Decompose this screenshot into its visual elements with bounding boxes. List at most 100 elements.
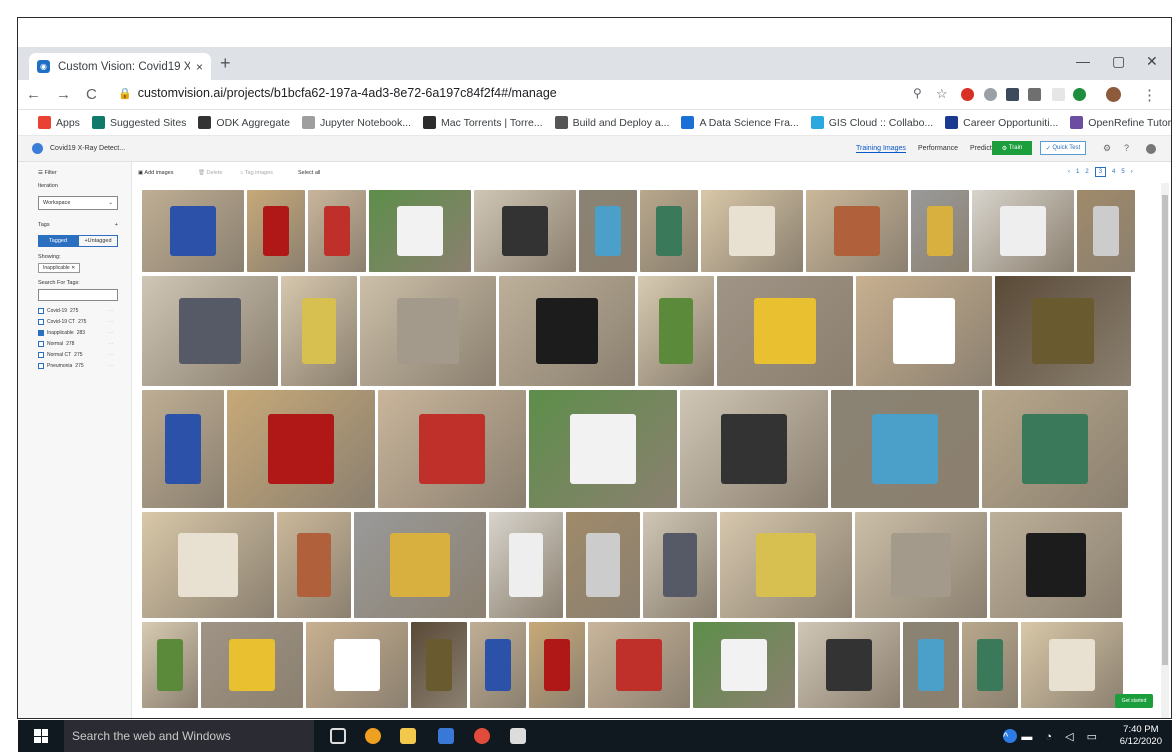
tag-checkbox[interactable] bbox=[38, 308, 44, 314]
tag-menu-icon[interactable]: ··· bbox=[108, 341, 113, 347]
image-thumbnail[interactable] bbox=[962, 622, 1018, 708]
image-thumbnail[interactable] bbox=[982, 390, 1128, 508]
tag-item[interactable]: Inapplicable 283 ··· bbox=[38, 330, 131, 336]
image-thumbnail[interactable] bbox=[995, 276, 1131, 386]
image-thumbnail[interactable] bbox=[277, 512, 351, 618]
image-thumbnail[interactable] bbox=[972, 190, 1074, 272]
bookmark-star-icon[interactable]: ☆ bbox=[936, 86, 948, 102]
tag-checkbox[interactable] bbox=[38, 330, 44, 336]
settings-icon[interactable]: ⚙ bbox=[1103, 143, 1111, 154]
image-thumbnail[interactable] bbox=[717, 276, 853, 386]
browser-tab[interactable]: ◉ Custom Vision: Covid19 X-Ray D × bbox=[29, 53, 211, 80]
extension-icon[interactable] bbox=[1028, 88, 1041, 101]
bookmark-item[interactable]: Suggested Sites bbox=[91, 116, 186, 129]
image-thumbnail[interactable] bbox=[579, 190, 637, 272]
tagged-option[interactable]: Tagged bbox=[38, 235, 78, 247]
windows-start-icon[interactable] bbox=[34, 729, 48, 743]
image-thumbnail[interactable] bbox=[693, 622, 795, 708]
new-tab-button[interactable]: + bbox=[220, 53, 231, 74]
extension-icon[interactable] bbox=[1006, 88, 1019, 101]
vertical-scrollbar[interactable] bbox=[1161, 183, 1169, 718]
tag-menu-icon[interactable]: ··· bbox=[108, 363, 113, 369]
tag-search-input[interactable] bbox=[38, 289, 118, 301]
image-thumbnail[interactable] bbox=[856, 276, 992, 386]
bookmark-item[interactable]: Mac Torrents | Torre... bbox=[423, 116, 543, 129]
image-thumbnail[interactable] bbox=[360, 276, 496, 386]
image-thumbnail[interactable] bbox=[638, 276, 714, 386]
get-started-button[interactable]: Get started bbox=[1115, 694, 1153, 708]
filter-toggle[interactable]: ☰ Filter bbox=[38, 170, 131, 176]
forward-icon[interactable]: → bbox=[56, 86, 71, 103]
word-icon[interactable] bbox=[438, 728, 454, 744]
tag-menu-icon[interactable]: ··· bbox=[108, 319, 113, 325]
tag-menu-icon[interactable]: ··· bbox=[108, 330, 113, 336]
iteration-select[interactable]: Workspace ⌄ bbox=[38, 196, 118, 210]
close-window-button[interactable]: ✕ bbox=[1146, 53, 1158, 70]
image-thumbnail[interactable] bbox=[911, 190, 969, 272]
image-thumbnail[interactable] bbox=[1077, 190, 1135, 272]
zoom-icon[interactable]: ⚲ bbox=[913, 86, 922, 100]
image-thumbnail[interactable] bbox=[529, 390, 677, 508]
bookmark-item[interactable]: OpenRefine Tutoria... bbox=[1070, 116, 1171, 129]
system-tray-icons[interactable]: ^ ▬ ◔ ◁ ▭ bbox=[1003, 730, 1102, 743]
adblock-extension-icon[interactable] bbox=[961, 88, 974, 101]
tag-item[interactable]: Pneumonia 275 ··· bbox=[38, 363, 131, 369]
prev-page-icon[interactable]: ‹ bbox=[1068, 169, 1070, 175]
help-icon[interactable]: ? bbox=[1124, 143, 1129, 153]
tag-item[interactable]: Normal 278 ··· bbox=[38, 341, 131, 347]
image-thumbnail[interactable] bbox=[529, 622, 585, 708]
filter-chip[interactable]: Inapplicable ✕ bbox=[38, 263, 81, 273]
project-name[interactable]: Covid19 X-Ray Detect... bbox=[50, 145, 125, 152]
chrome-icon[interactable] bbox=[474, 728, 490, 744]
image-thumbnail[interactable] bbox=[701, 190, 803, 272]
scrollbar-thumb[interactable] bbox=[1162, 195, 1168, 665]
bookmark-item[interactable]: Career Opportuniti... bbox=[945, 116, 1058, 129]
add-images-button[interactable]: ▣ Add images bbox=[138, 170, 173, 176]
image-thumbnail[interactable] bbox=[855, 512, 987, 618]
bookmark-item[interactable]: Apps bbox=[38, 116, 80, 129]
url-field[interactable]: 🔒 customvision.ai/projects/b1bcfa62-197a-… bbox=[118, 86, 557, 100]
image-thumbnail[interactable] bbox=[806, 190, 908, 272]
close-icon[interactable]: ✕ bbox=[71, 265, 75, 271]
tag-item[interactable]: Covid-19 CT 275 ··· bbox=[38, 319, 131, 325]
image-thumbnail[interactable] bbox=[588, 622, 690, 708]
select-all-button[interactable]: Select all bbox=[298, 170, 320, 176]
image-thumbnail[interactable] bbox=[201, 622, 303, 708]
tab-training-images[interactable]: Training Images bbox=[856, 145, 906, 153]
tag-checkbox[interactable] bbox=[38, 341, 44, 347]
close-tab-icon[interactable]: × bbox=[196, 60, 203, 74]
tag-checkbox[interactable] bbox=[38, 363, 44, 369]
quick-test-button[interactable]: ✓ Quick Test bbox=[1040, 141, 1086, 155]
tag-item[interactable]: Normal CT 275 ··· bbox=[38, 352, 131, 358]
bookmark-item[interactable]: ODK Aggregate bbox=[198, 116, 290, 129]
image-thumbnail[interactable] bbox=[566, 512, 640, 618]
tab-performance[interactable]: Performance bbox=[918, 145, 958, 153]
image-thumbnail[interactable] bbox=[474, 190, 576, 272]
firefox-icon[interactable] bbox=[365, 728, 381, 744]
page-number[interactable]: 2 bbox=[1085, 169, 1088, 175]
bookmark-item[interactable]: Build and Deploy a... bbox=[554, 116, 669, 129]
image-thumbnail[interactable] bbox=[227, 390, 375, 508]
image-thumbnail[interactable] bbox=[990, 512, 1122, 618]
image-thumbnail[interactable] bbox=[903, 622, 959, 708]
image-thumbnail[interactable] bbox=[142, 276, 278, 386]
image-thumbnail[interactable] bbox=[1021, 622, 1123, 708]
image-thumbnail[interactable] bbox=[142, 512, 274, 618]
image-thumbnail[interactable] bbox=[142, 390, 224, 508]
image-thumbnail[interactable] bbox=[369, 190, 471, 272]
image-thumbnail[interactable] bbox=[411, 622, 467, 708]
extension-icon[interactable] bbox=[1052, 88, 1065, 101]
image-thumbnail[interactable] bbox=[306, 622, 408, 708]
image-thumbnail[interactable] bbox=[354, 512, 486, 618]
image-thumbnail[interactable] bbox=[499, 276, 635, 386]
minimize-button[interactable]: — bbox=[1076, 53, 1090, 69]
page-number[interactable]: 5 bbox=[1121, 169, 1124, 175]
tag-checkbox[interactable] bbox=[38, 319, 44, 325]
image-thumbnail[interactable] bbox=[798, 622, 900, 708]
tag-menu-icon[interactable]: ··· bbox=[108, 352, 113, 358]
untagged-option[interactable]: + Untagged bbox=[78, 235, 118, 247]
delete-button[interactable]: 🗑 Delete bbox=[198, 170, 222, 176]
image-thumbnail[interactable] bbox=[281, 276, 357, 386]
image-thumbnail[interactable] bbox=[720, 512, 852, 618]
menu-kebab-icon[interactable]: ⋮ bbox=[1142, 86, 1157, 104]
